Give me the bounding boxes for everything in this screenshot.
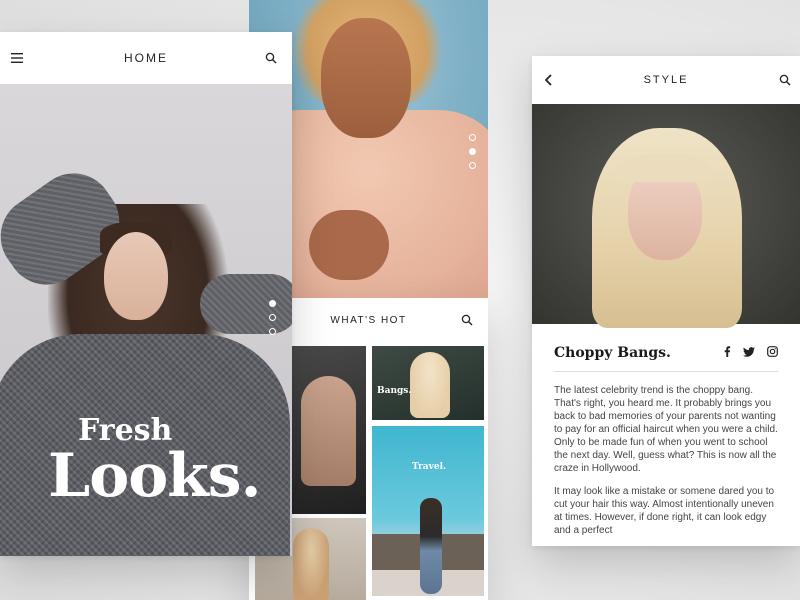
facebook-icon[interactable]	[723, 344, 731, 362]
carousel-indicator	[469, 134, 476, 169]
tile-label: Bangs.	[377, 386, 412, 396]
trend-tile-bangs[interactable]: Bangs.	[372, 346, 484, 420]
carousel-indicator	[269, 300, 276, 335]
blonde-model-photo	[532, 104, 800, 328]
search-icon[interactable]	[774, 69, 796, 91]
headline-large: Looks.	[48, 441, 261, 511]
trend-tile[interactable]	[291, 346, 366, 514]
article-paragraph: It may look like a mistake or somene dar…	[554, 486, 775, 536]
article-title: Choppy Bangs.	[554, 345, 671, 361]
home-header: HOME	[0, 32, 292, 84]
search-icon[interactable]	[456, 309, 478, 331]
page-title: STYLE	[643, 74, 689, 86]
style-header: STYLE	[532, 56, 800, 104]
carousel-dot[interactable]	[269, 314, 276, 321]
carousel-dot[interactable]	[469, 134, 476, 141]
search-icon[interactable]	[260, 47, 282, 69]
article-paragraph: The latest celebrity trend is the choppy…	[554, 385, 778, 474]
twitter-icon[interactable]	[743, 344, 755, 362]
instagram-icon[interactable]	[767, 344, 778, 362]
carousel-dot[interactable]	[269, 328, 276, 335]
tile-label: Travel.	[412, 462, 447, 472]
article-body: Choppy Bangs. The latest celebrity trend…	[532, 324, 800, 546]
page-title: HOME	[124, 51, 168, 65]
share-icons	[723, 344, 778, 362]
divider	[554, 371, 778, 372]
trend-tile-travel[interactable]: Travel.	[372, 426, 484, 596]
style-article-screen: STYLE Choppy Bangs. The latest celebrity…	[532, 56, 800, 546]
carousel-dot-active[interactable]	[469, 148, 476, 155]
carousel-dot-active[interactable]	[269, 300, 276, 307]
carousel-dot[interactable]	[469, 162, 476, 169]
home-screen: HOME Fresh Looks.	[0, 32, 292, 556]
